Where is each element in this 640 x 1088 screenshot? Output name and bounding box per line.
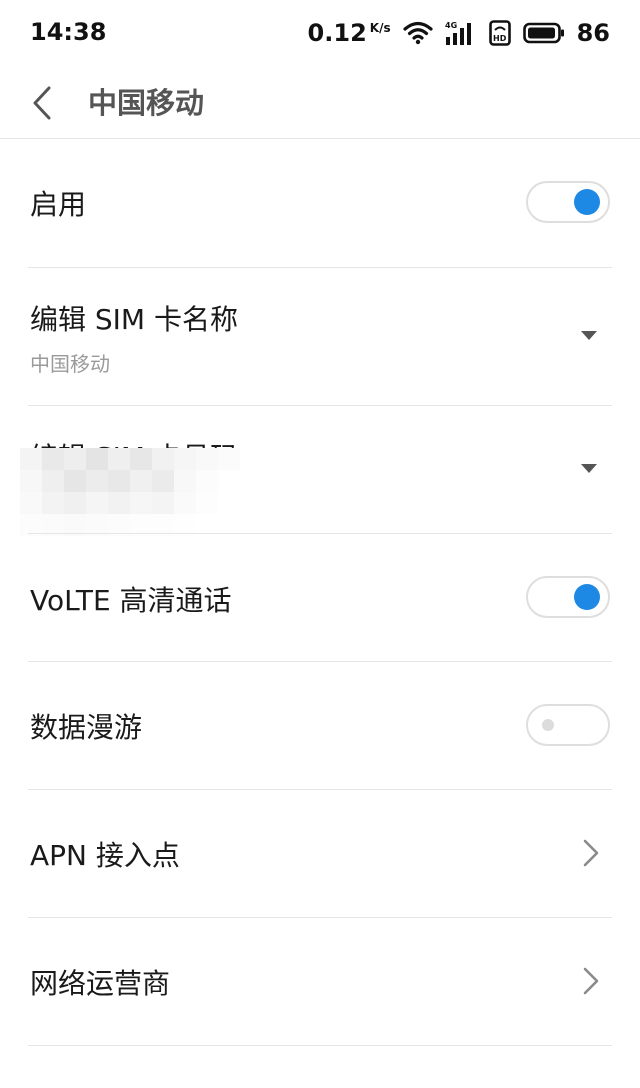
volte-toggle[interactable] <box>526 576 610 618</box>
setting-label-apn: APN 接入点 <box>30 839 180 872</box>
status-bar: 14:38 0.12 K/s 4G HD 86 <box>0 0 640 68</box>
network-speed-unit: K/s <box>369 21 391 35</box>
setting-row-enable[interactable]: 启用 <box>0 139 640 268</box>
setting-label-operator: 网络运营商 <box>30 967 171 1000</box>
svg-text:4G: 4G <box>445 21 457 30</box>
screen: 14:38 0.12 K/s 4G HD 86 中国移动 启用 编辑 SIM 卡… <box>0 0 640 1088</box>
setting-row-operator[interactable]: 网络运营商 <box>0 918 640 1046</box>
setting-label-volte: VoLTE 高清通话 <box>30 584 232 617</box>
divider <box>28 1045 612 1046</box>
setting-row-sim-name[interactable]: 编辑 SIM 卡名称 中国移动 <box>0 268 640 406</box>
toggle-knob <box>574 189 600 215</box>
setting-row-apn[interactable]: APN 接入点 <box>0 790 640 918</box>
title-bar: 中国移动 <box>0 68 640 139</box>
redacted-number-mask <box>20 448 240 540</box>
roaming-toggle[interactable] <box>526 704 610 746</box>
back-button[interactable] <box>22 78 62 128</box>
toggle-knob <box>574 584 600 610</box>
chevron-right-icon <box>583 967 599 995</box>
svg-text:HD: HD <box>493 34 507 43</box>
hd-icon: HD <box>488 20 511 46</box>
dropdown-caret-icon[interactable] <box>581 464 597 473</box>
enable-toggle[interactable] <box>526 181 610 223</box>
network-speed: 0.12 K/s <box>308 19 391 47</box>
dropdown-caret-icon[interactable] <box>581 331 597 340</box>
page-title: 中国移动 <box>88 86 205 120</box>
network-speed-value: 0.12 <box>307 19 367 47</box>
chevron-right-icon <box>583 839 599 867</box>
battery-level: 86 <box>576 19 610 47</box>
status-right: 0.12 K/s 4G HD 86 <box>308 16 610 50</box>
battery-icon <box>522 22 564 44</box>
signal-4g-icon: 4G <box>445 21 471 45</box>
setting-label-sim-name: 编辑 SIM 卡名称 <box>30 303 238 336</box>
wifi-icon <box>402 21 433 45</box>
setting-label-roaming: 数据漫游 <box>30 711 143 744</box>
setting-row-volte[interactable]: VoLTE 高清通话 <box>0 534 640 662</box>
setting-label-enable: 启用 <box>30 188 87 221</box>
back-arrow-icon <box>33 86 51 120</box>
toggle-knob <box>542 719 554 731</box>
status-time: 14:38 <box>30 18 107 46</box>
setting-row-roaming[interactable]: 数据漫游 <box>0 662 640 790</box>
sim-name-value: 中国移动 <box>30 352 110 376</box>
